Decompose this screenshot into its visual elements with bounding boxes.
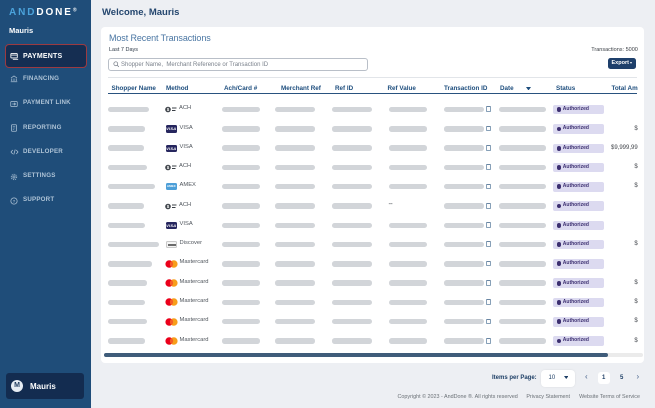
svg-text:?: ? (13, 198, 16, 203)
